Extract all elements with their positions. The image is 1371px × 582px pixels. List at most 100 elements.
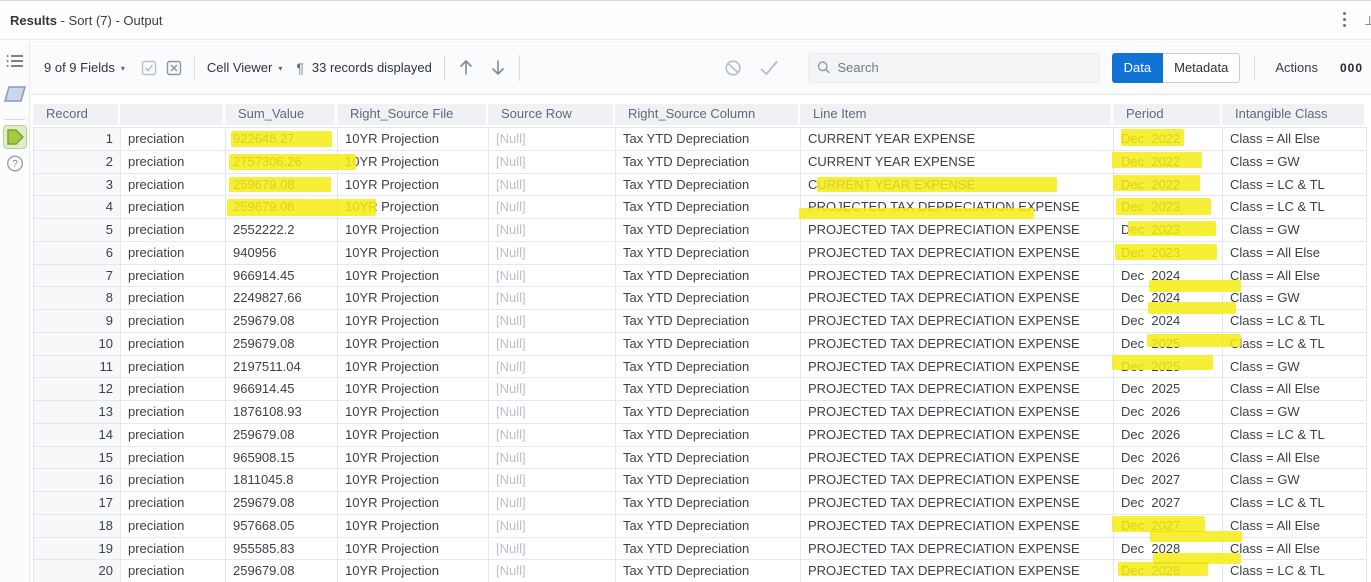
help-icon[interactable]: ? <box>6 155 23 172</box>
cell-right_source_column[interactable]: Tax YTD Depreciation <box>616 196 801 219</box>
cell-record[interactable]: 1 <box>34 128 121 151</box>
cell-right_source_file[interactable]: 10YR Projection <box>338 514 489 538</box>
cell-period[interactable]: Dec 2025 <box>1114 355 1223 379</box>
cell-source_row[interactable]: [Null] <box>489 241 616 265</box>
cell-right_source_file[interactable]: 10YR Projection <box>338 287 489 310</box>
cell-right_source_column[interactable]: Tax YTD Depreciation <box>616 355 801 379</box>
cell-sum_value[interactable]: 259679.08 <box>226 492 338 515</box>
cell-sum_value[interactable]: 259679.08 <box>226 196 338 219</box>
cell-unnamed[interactable]: preciation <box>121 401 226 424</box>
cell-unnamed[interactable]: preciation <box>121 219 226 242</box>
cell-record[interactable]: 19 <box>34 537 121 561</box>
cell-source_row[interactable]: [Null] <box>489 355 616 379</box>
cell-intangible_class[interactable]: Class = GW <box>1223 287 1367 310</box>
cell-source_row[interactable]: [Null] <box>489 514 616 538</box>
cell-right_source_column[interactable]: Tax YTD Depreciation <box>616 219 801 242</box>
cell-sum_value[interactable]: 259679.08 <box>226 173 338 197</box>
cell-record[interactable]: 20 <box>34 560 121 582</box>
cell-unnamed[interactable]: preciation <box>121 264 226 288</box>
cell-right_source_column[interactable]: Tax YTD Depreciation <box>616 173 801 197</box>
cell-source_row[interactable]: [Null] <box>489 219 616 242</box>
cell-sum_value[interactable]: 957668.05 <box>226 514 338 538</box>
metadata-tab-button[interactable]: Metadata <box>1163 52 1241 83</box>
cell-period[interactable]: Dec 2025 <box>1114 332 1223 356</box>
cell-period[interactable]: Dec 2027 <box>1114 469 1223 492</box>
cell-line_item[interactable]: PROJECTED TAX DEPRECIATION EXPENSE <box>801 241 1114 265</box>
cell-unnamed[interactable]: preciation <box>121 310 226 333</box>
cell-unnamed[interactable]: preciation <box>121 287 226 310</box>
cell-source_row[interactable]: [Null] <box>489 560 616 582</box>
cell-unnamed[interactable]: preciation <box>121 355 226 379</box>
cell-source_row[interactable]: [Null] <box>489 537 616 561</box>
no-symbol-icon[interactable] <box>724 59 742 77</box>
cell-unnamed[interactable]: preciation <box>121 560 226 582</box>
cell-record[interactable]: 14 <box>34 423 121 447</box>
cell-unnamed[interactable]: preciation <box>121 150 226 174</box>
cell-period[interactable]: Dec 2025 <box>1114 378 1223 401</box>
cell-source_row[interactable]: [Null] <box>489 401 616 424</box>
cell-source_row[interactable]: [Null] <box>489 310 616 333</box>
cell-line_item[interactable]: PROJECTED TAX DEPRECIATION EXPENSE <box>801 446 1114 470</box>
cell-sum_value[interactable]: 259679.08 <box>226 310 338 333</box>
cell-right_source_file[interactable]: 10YR Projection <box>338 378 489 401</box>
pilcrow-icon[interactable]: ¶ <box>296 60 304 76</box>
cell-right_source_column[interactable]: Tax YTD Depreciation <box>616 287 801 310</box>
cell-record[interactable]: 2 <box>34 150 121 174</box>
cell-record[interactable]: 8 <box>34 287 121 310</box>
cell-right_source_column[interactable]: Tax YTD Depreciation <box>616 514 801 538</box>
checkmark-icon[interactable] <box>758 59 780 77</box>
cell-record[interactable]: 13 <box>34 401 121 424</box>
cell-line_item[interactable]: PROJECTED TAX DEPRECIATION EXPENSE <box>801 423 1114 447</box>
cell-line_item[interactable]: PROJECTED TAX DEPRECIATION EXPENSE <box>801 355 1114 379</box>
actions-menu[interactable]: Actions <box>1275 60 1318 75</box>
cell-right_source_column[interactable]: Tax YTD Depreciation <box>616 423 801 447</box>
cell-right_source_file[interactable]: 10YR Projection <box>338 355 489 379</box>
cell-sum_value[interactable]: 2249827.66 <box>226 287 338 310</box>
cell-period[interactable]: Dec 2023 <box>1114 219 1223 242</box>
cell-line_item[interactable]: PROJECTED TAX DEPRECIATION EXPENSE <box>801 219 1114 242</box>
cell-right_source_file[interactable]: 10YR Projection <box>338 196 489 219</box>
column-header-period[interactable]: Period <box>1113 104 1222 127</box>
cell-line_item[interactable]: PROJECTED TAX DEPRECIATION EXPENSE <box>801 310 1114 333</box>
cell-line_item[interactable]: PROJECTED TAX DEPRECIATION EXPENSE <box>801 196 1114 219</box>
cell-source_row[interactable]: [Null] <box>489 469 616 492</box>
cell-line_item[interactable]: PROJECTED TAX DEPRECIATION EXPENSE <box>801 401 1114 424</box>
cell-right_source_column[interactable]: Tax YTD Depreciation <box>616 241 801 265</box>
cell-right_source_file[interactable]: 10YR Projection <box>338 173 489 197</box>
cell-sum_value[interactable]: 965908.15 <box>226 446 338 470</box>
cell-unnamed[interactable]: preciation <box>121 241 226 265</box>
cell-line_item[interactable]: PROJECTED TAX DEPRECIATION EXPENSE <box>801 492 1114 515</box>
cell-line_item[interactable]: PROJECTED TAX DEPRECIATION EXPENSE <box>801 287 1114 310</box>
column-header-intangible_class[interactable]: Intangible Class <box>1222 104 1366 127</box>
cell-period[interactable]: Dec 2027 <box>1114 492 1223 515</box>
cell-right_source_file[interactable]: 10YR Projection <box>338 332 489 356</box>
cell-record[interactable]: 15 <box>34 446 121 470</box>
cell-record[interactable]: 3 <box>34 173 121 197</box>
cell-intangible_class[interactable]: Class = All Else <box>1223 128 1367 151</box>
cell-right_source_column[interactable]: Tax YTD Depreciation <box>616 310 801 333</box>
cell-record[interactable]: 4 <box>34 196 121 219</box>
cell-sum_value[interactable]: 940956 <box>226 241 338 265</box>
cell-intangible_class[interactable]: Class = GW <box>1223 219 1367 242</box>
cell-right_source_column[interactable]: Tax YTD Depreciation <box>616 446 801 470</box>
cell-source_row[interactable]: [Null] <box>489 128 616 151</box>
cell-right_source_column[interactable]: Tax YTD Depreciation <box>616 264 801 288</box>
cell-period[interactable]: Dec 2024 <box>1114 310 1223 333</box>
arrow-up-icon[interactable] <box>457 58 475 77</box>
cell-unnamed[interactable]: preciation <box>121 469 226 492</box>
cell-line_item[interactable]: PROJECTED TAX DEPRECIATION EXPENSE <box>801 560 1114 582</box>
cell-intangible_class[interactable]: Class = LC & TL <box>1223 310 1367 333</box>
cell-period[interactable]: Dec 2023 <box>1114 241 1223 265</box>
cell-record[interactable]: 10 <box>34 332 121 356</box>
fields-dropdown[interactable]: 9 of 9 Fields ▾ <box>44 60 125 75</box>
cell-right_source_column[interactable]: Tax YTD Depreciation <box>616 560 801 582</box>
cell-right_source_file[interactable]: 10YR Projection <box>338 150 489 174</box>
cell-period[interactable]: Dec 2028 <box>1114 537 1223 561</box>
cell-unnamed[interactable]: preciation <box>121 537 226 561</box>
cell-right_source_column[interactable]: Tax YTD Depreciation <box>616 150 801 174</box>
cell-right_source_column[interactable]: Tax YTD Depreciation <box>616 378 801 401</box>
cell-unnamed[interactable]: preciation <box>121 173 226 197</box>
cell-record[interactable]: 5 <box>34 219 121 242</box>
cell-intangible_class[interactable]: Class = GW <box>1223 401 1367 424</box>
cell-period[interactable]: Dec 2023 <box>1114 196 1223 219</box>
